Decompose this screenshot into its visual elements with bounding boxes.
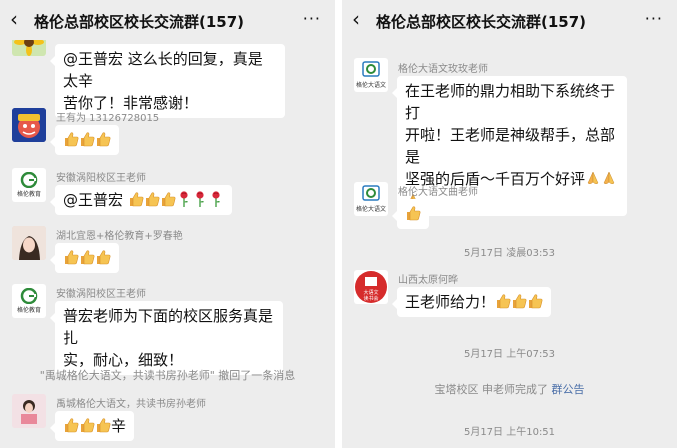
timestamp: 5月17日 上午10:51 [463, 427, 556, 438]
geron-chinese-logo-icon [362, 185, 380, 201]
praying-hands-icon [601, 170, 617, 186]
reading-club-logo-icon: 大语文 读书会 [355, 271, 387, 303]
sender-name: 格伦大语文曲老师 [398, 187, 478, 198]
avatar[interactable] [12, 394, 46, 428]
announcement-notice: 宝塔校区 申老师完成了 群公告 [342, 381, 677, 397]
thumbs-up-icon [527, 293, 543, 309]
message-text: @王普宏 这么长的回复，真是太辛 苦你了！非常感谢！ [63, 50, 263, 112]
sender-name: 湖北宜恩+格伦教育+罗春艳 [56, 231, 183, 242]
avatar[interactable]: 格伦教育 [12, 284, 46, 318]
thumbs-up-icon [511, 293, 527, 309]
photo-avatar-icon [12, 394, 46, 428]
avatar-caption: 格伦大语文 [355, 206, 386, 213]
geron-logo-icon [20, 172, 38, 188]
message-text: 辛 [111, 417, 127, 435]
thumbs-up-icon [79, 417, 95, 433]
group-announcement-link[interactable]: 群公告 [552, 383, 585, 396]
thumbs-up-icon [495, 293, 511, 309]
chat-title: 格伦总部校区校长交流群(157) [34, 13, 245, 31]
message-bubble[interactable] [50, 125, 119, 155]
rose-icon [195, 190, 205, 208]
portrait-avatar-icon [12, 226, 46, 260]
message-bubble[interactable]: @王普宏 [50, 185, 232, 215]
cartoon-avatar-icon [12, 108, 46, 142]
back-arrow-icon[interactable]: ‹ [10, 7, 18, 31]
rose-icon [211, 190, 221, 208]
avatar-caption: 格伦教育 [16, 191, 41, 198]
timestamp: 5月17日 凌晨03:53 [463, 248, 556, 259]
message-bubble[interactable]: @王普宏 这么长的回复，真是太辛 苦你了！非常感谢！ [50, 44, 285, 118]
thumbs-up-emoji-row [63, 131, 111, 149]
message-bubble[interactable] [392, 199, 429, 229]
chat-header: ‹ 格伦总部校区校长交流群(157) ··· [0, 0, 335, 40]
avatar[interactable] [12, 108, 46, 142]
thumbs-up-icon [95, 417, 111, 433]
more-options-icon[interactable]: ··· [645, 9, 663, 28]
thumbs-up-icon [405, 205, 421, 221]
avatar[interactable] [12, 226, 46, 260]
chat-header: ‹ 格伦总部校区校长交流群(157) ··· [342, 0, 677, 40]
sender-name: 山西太原何晔 [398, 275, 458, 286]
message-bubble[interactable]: 普宏老师为下面的校区服务真是扎 实，耐心，细致！ [50, 301, 283, 375]
message-text: 在王老师的鼎力相助下系统终于打 开啦！王老师是神级帮手，总部是 坚强的后盾～千百… [405, 82, 616, 188]
geron-logo-icon [20, 288, 38, 304]
thumbs-up-icon [95, 249, 111, 265]
geron-chinese-logo-icon [362, 61, 380, 77]
message-bubble[interactable] [50, 243, 119, 273]
chat-panel-right: ‹ 格伦总部校区校长交流群(157) ··· 格伦大语文 格伦大语文玫玫老师 在… [342, 0, 677, 448]
thumbs-up-icon [95, 131, 111, 147]
chat-title: 格伦总部校区校长交流群(157) [376, 13, 587, 31]
back-arrow-icon[interactable]: ‹ [352, 7, 360, 31]
message-bubble[interactable]: 王老师给力！ [391, 287, 552, 317]
avatar[interactable]: 格伦教育 [12, 168, 46, 202]
sender-name: 安徽涡阳校区王老师 [56, 289, 146, 300]
svg-text:读书会: 读书会 [363, 295, 378, 302]
avatar[interactable]: 大语文 读书会 [354, 270, 388, 304]
thumbs-up-icon [160, 191, 176, 207]
avatar-caption: 格伦教育 [16, 307, 41, 314]
avatar[interactable]: 格伦大语文 [354, 58, 388, 92]
sender-name: 格伦大语文玫玫老师 [398, 64, 488, 75]
message-text: 普宏老师为下面的校区服务真是扎 实，耐心，细致！ [63, 307, 274, 369]
recall-notice: "禹城格伦大语文，共读书房孙老师" 撤回了一条消息 [39, 369, 296, 382]
chat-panel-left: ‹ 格伦总部校区校长交流群(157) ··· @王普宏 这么长的回复，真是太辛 … [0, 0, 335, 448]
thumbs-up-icon [63, 417, 79, 433]
more-options-icon[interactable]: ··· [303, 9, 321, 28]
message-bubble[interactable]: 辛 [49, 411, 135, 441]
thumbs-up-icon [128, 191, 144, 207]
thumbs-up-icon [79, 131, 95, 147]
message-text: 王老师给力！ [405, 293, 496, 311]
sender-name: 王有为 13126728015 [56, 113, 160, 124]
sender-name: 禹城格伦大语文，共读书房孙老师 [56, 399, 206, 410]
mention-text: @王普宏 [63, 191, 128, 209]
rose-icon [179, 190, 189, 208]
thumbs-up-icon [79, 249, 95, 265]
thumbs-up-icon [63, 249, 79, 265]
praying-hands-icon [585, 170, 601, 186]
thumbs-up-icon [63, 131, 79, 147]
notice-text: 宝塔校区 申老师完成了 [434, 383, 549, 396]
sender-name: 安徽涡阳校区王老师 [56, 173, 146, 184]
avatar[interactable]: 格伦大语文 [354, 182, 388, 216]
svg-text:大语文: 大语文 [363, 289, 378, 296]
avatar-caption: 格伦大语文 [355, 82, 386, 89]
timestamp: 5月17日 上午07:53 [463, 349, 556, 360]
thumbs-up-icon [144, 191, 160, 207]
